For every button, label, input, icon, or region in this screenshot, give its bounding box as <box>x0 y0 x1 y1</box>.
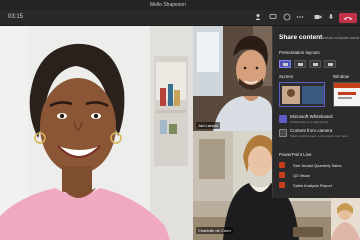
powerpoint-icon <box>279 172 285 178</box>
participants-icon[interactable] <box>254 13 264 23</box>
window-share-thumbnail[interactable] <box>333 82 360 107</box>
phone-hangup-icon <box>344 17 352 20</box>
powerpoint-file-name: Q3 Vision <box>293 173 311 178</box>
layout-standout-button[interactable] <box>294 60 306 68</box>
layout-side-by-side-button[interactable] <box>309 60 321 68</box>
title-bar: Mello Shapeson <box>0 0 360 10</box>
powerpoint-file-name: Sales Analysis Report <box>293 183 332 188</box>
whiteboard-icon <box>279 115 287 123</box>
share-item-whiteboard[interactable]: Microsoft Whiteboard Collaborate on a wh… <box>279 114 359 126</box>
screen-preview-image <box>280 83 324 106</box>
share-content-panel: Share content Include computer sound Pre… <box>272 26 360 198</box>
powerpoint-file-item[interactable]: Sales Analysis Report <box>279 182 359 189</box>
main-speaker-video <box>0 26 193 240</box>
more-options-icon[interactable] <box>295 13 305 23</box>
share-item-title: Microsoft Whiteboard <box>290 114 333 119</box>
video-tile-partial[interactable] <box>331 198 360 240</box>
powerpoint-live-heading: PowerPoint Live <box>279 152 312 157</box>
layout-content-only-button[interactable] <box>279 60 291 68</box>
include-sound-toggle-label[interactable]: Include computer sound <box>322 36 359 40</box>
screen-share-thumbnail[interactable] <box>279 82 325 107</box>
presentation-layouts-heading: Presentation layouts <box>279 50 320 55</box>
layout-reporter-button[interactable] <box>324 60 336 68</box>
powerpoint-file-item[interactable]: Q3 Vision <box>279 172 359 179</box>
participant-name-charlotte: Charlotte de Crum <box>196 227 233 234</box>
window-preview-image <box>334 83 360 106</box>
chat-icon[interactable] <box>268 13 278 23</box>
powerpoint-file-item[interactable]: Sarr Arcaid Quarterly Sales <box>279 162 359 169</box>
share-item-camera[interactable]: Content from camera Share a whiteboard, … <box>279 128 359 140</box>
video-tile-main[interactable] <box>0 26 193 240</box>
powerpoint-file-name: Sarr Arcaid Quarterly Sales <box>293 163 342 168</box>
camera-content-icon <box>279 129 287 137</box>
reactions-icon[interactable] <box>282 13 292 23</box>
video-tile-jad[interactable]: Jad Larsen <box>193 26 272 131</box>
window-heading: Window <box>333 74 350 79</box>
microphone-icon[interactable] <box>326 13 336 23</box>
share-item-subtitle: Collaborate on a whiteboard <box>290 120 328 124</box>
participant-name-jad: Jad Larsen <box>196 122 220 129</box>
camera-icon[interactable] <box>313 13 323 23</box>
screen-heading: Screen <box>279 74 294 79</box>
powerpoint-icon <box>279 162 285 168</box>
window-title: Mello Shapeson <box>150 2 186 8</box>
stage: Mello Shapeson 03:15 Jad Larsen Charlott… <box>0 0 360 240</box>
teams-window: Mello Shapeson 03:15 Jad Larsen Charlott… <box>0 0 360 240</box>
share-item-title: Content from camera <box>290 128 333 133</box>
leave-button[interactable] <box>339 13 357 23</box>
share-item-subtitle: Share a whiteboard, a document, and more <box>290 134 348 138</box>
meeting-timer: 03:15 <box>8 14 24 20</box>
powerpoint-icon <box>279 182 285 188</box>
meeting-toolbar: 03:15 <box>0 10 360 26</box>
participant-video-jad <box>193 26 272 131</box>
share-panel-title: Share content <box>279 34 323 41</box>
participant-video-partial <box>331 198 360 240</box>
